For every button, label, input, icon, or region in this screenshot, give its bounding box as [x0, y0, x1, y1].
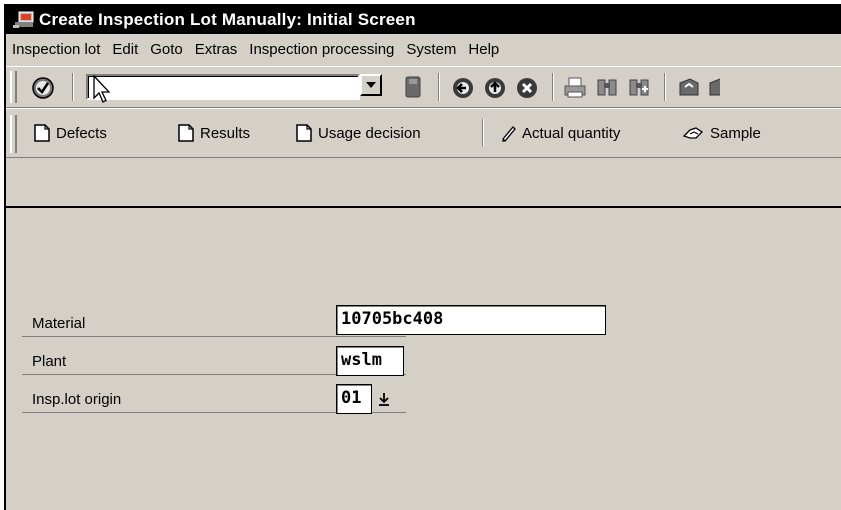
material-label: Material: [32, 315, 86, 332]
sample-button[interactable]: Sample: [682, 121, 761, 145]
menu-edit[interactable]: Edit: [112, 41, 138, 58]
sap-window: Create Inspection Lot Manually: Initial …: [4, 4, 841, 510]
actual-quantity-button[interactable]: Actual quantity: [500, 121, 620, 145]
document-icon: [34, 124, 50, 142]
save-icon[interactable]: [400, 75, 426, 101]
find-icon[interactable]: [594, 75, 620, 101]
chevron-down-icon: [366, 82, 376, 88]
print-icon[interactable]: [562, 75, 588, 101]
sample-label: Sample: [710, 124, 761, 142]
toolbar-grip[interactable]: [10, 71, 17, 103]
find-next-icon[interactable]: [626, 75, 652, 101]
usage-decision-button[interactable]: Usage decision: [296, 121, 421, 145]
document-icon: [296, 124, 312, 142]
insp-lot-origin-f4-help-button[interactable]: [374, 387, 394, 411]
toolbar-separator: [438, 73, 440, 101]
actual-quantity-label: Actual quantity: [522, 124, 621, 142]
exit-icon[interactable]: [482, 75, 508, 101]
usage-decision-label: Usage decision: [318, 124, 421, 142]
toolbar-separator: [664, 73, 666, 101]
toolbar-grip[interactable]: [10, 115, 17, 153]
toolbar-separator: [552, 73, 554, 101]
application-toolbar: Defects Results Usage decision Actual qu…: [6, 108, 841, 158]
document-icon: [178, 124, 194, 142]
results-button[interactable]: Results: [178, 121, 250, 145]
cancel-icon[interactable]: [514, 75, 540, 101]
menu-inspection-processing[interactable]: Inspection processing: [249, 41, 394, 58]
insp-lot-origin-input[interactable]: 01: [336, 384, 372, 414]
sap-gui-icon: [11, 10, 37, 30]
previous-page-icon[interactable]: [706, 75, 720, 101]
defects-button[interactable]: Defects: [34, 121, 107, 145]
menu-system[interactable]: System: [406, 41, 456, 58]
possible-entries-arrow-icon: [379, 393, 389, 406]
command-field[interactable]: [86, 74, 360, 100]
command-field-dropdown-button[interactable]: [360, 74, 382, 96]
material-input[interactable]: 10705bc408: [336, 305, 606, 335]
plant-label: Plant: [32, 353, 67, 370]
sample-hand-icon: [682, 127, 704, 139]
defects-label: Defects: [56, 124, 107, 142]
mouse-cursor-icon: [92, 74, 112, 105]
title-bar: Create Inspection Lot Manually: Initial …: [6, 6, 841, 34]
pencil-icon: [502, 126, 516, 142]
menu-inspection-lot[interactable]: Inspection lot: [12, 41, 100, 58]
insp-lot-origin-label: Insp.lot origin: [32, 391, 122, 408]
back-icon[interactable]: [450, 75, 476, 101]
plant-input[interactable]: wslm: [336, 346, 404, 376]
menu-bar: Inspection lot Edit Goto Extras Inspecti…: [6, 34, 841, 64]
enter-icon[interactable]: [30, 75, 56, 101]
first-page-icon[interactable]: [676, 75, 702, 101]
menu-extras[interactable]: Extras: [195, 41, 238, 58]
toolbar-separator: [72, 73, 74, 101]
results-label: Results: [200, 124, 251, 142]
menu-goto[interactable]: Goto: [150, 41, 183, 58]
toolbar-separator: [482, 119, 484, 147]
menu-help[interactable]: Help: [468, 41, 499, 58]
window-title: Create Inspection Lot Manually: Initial …: [39, 10, 416, 29]
standard-toolbar: [6, 66, 841, 108]
